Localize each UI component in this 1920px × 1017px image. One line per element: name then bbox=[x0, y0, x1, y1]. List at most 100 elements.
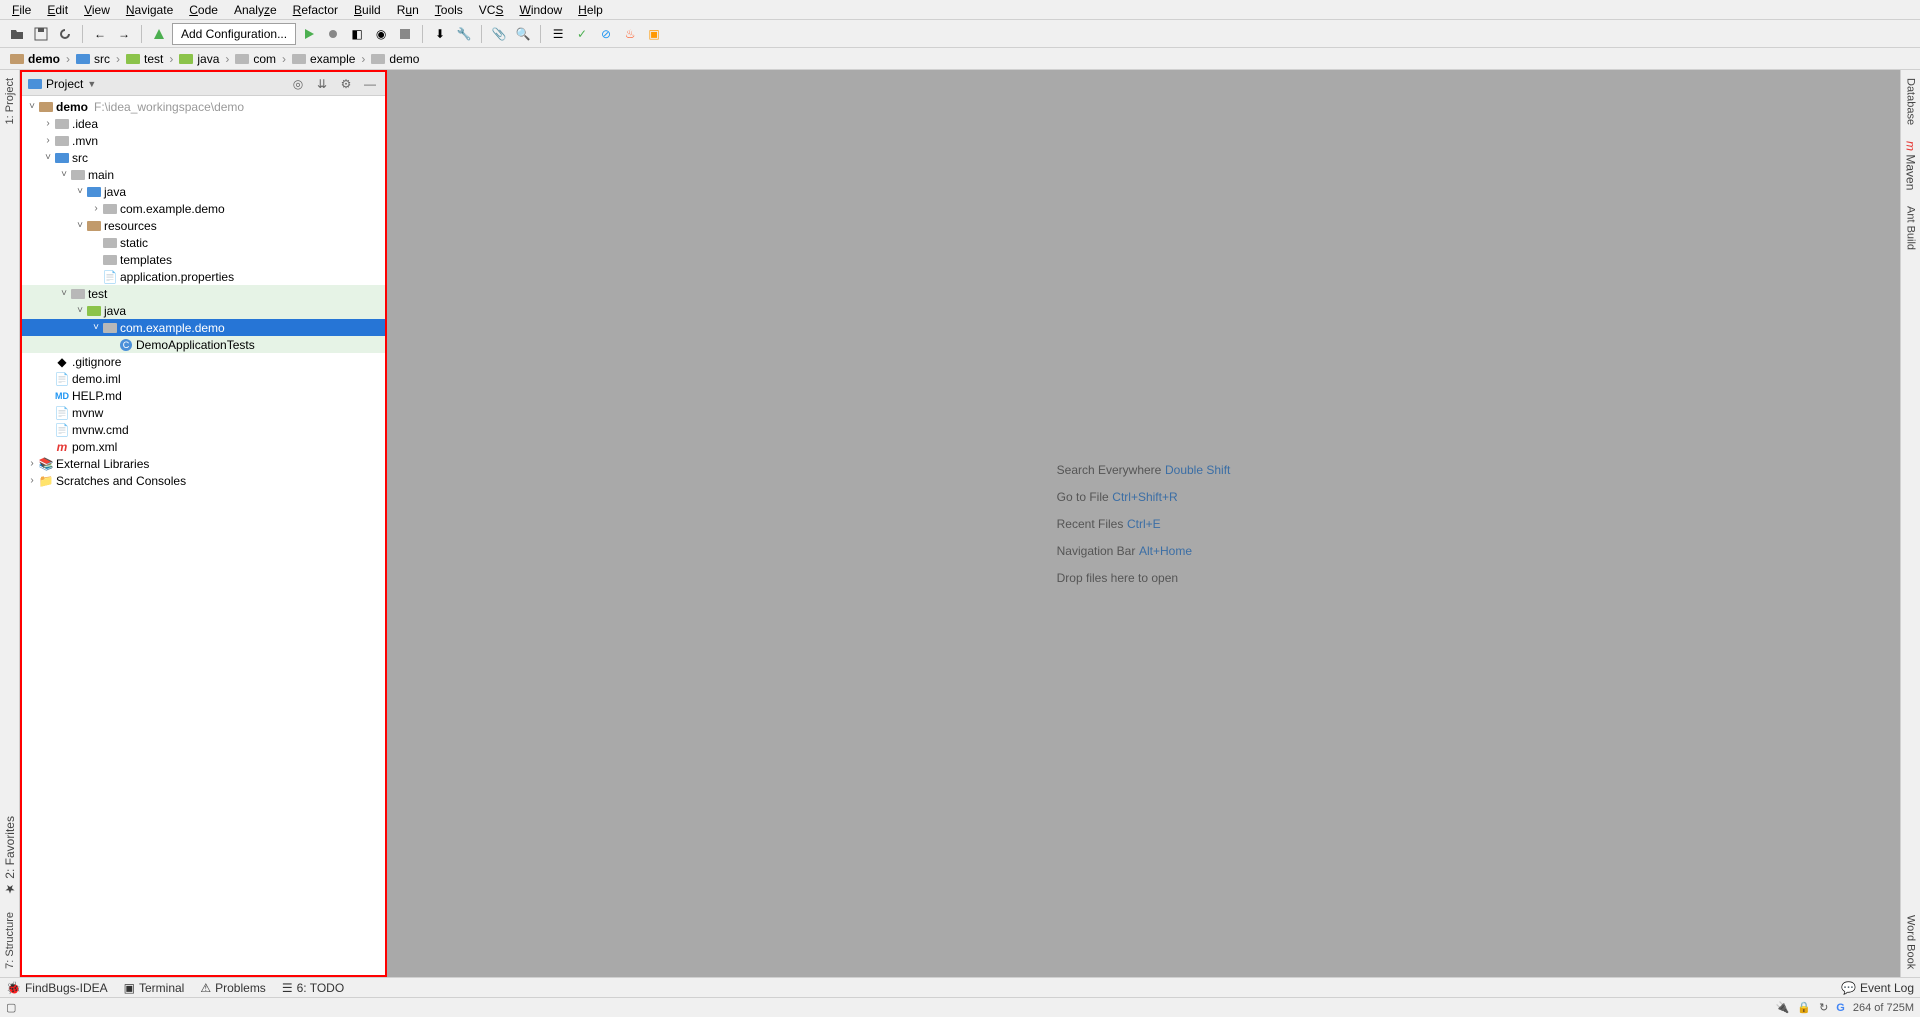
back-icon[interactable]: ← bbox=[89, 23, 111, 45]
project-tree[interactable]: ˅ demo F:\idea_workingspace\demo › .idea… bbox=[22, 96, 385, 975]
tree-test-class[interactable]: C DemoApplicationTests bbox=[22, 336, 385, 353]
tree-mvnw[interactable]: 📄 mvnw bbox=[22, 404, 385, 421]
tab-problems[interactable]: ⚠Problems bbox=[200, 981, 265, 995]
refresh-icon[interactable] bbox=[54, 23, 76, 45]
crumb-java[interactable]: java bbox=[175, 52, 223, 66]
tab-favorites[interactable]: ★ 2: Favorites bbox=[3, 808, 17, 904]
chevron-down-icon[interactable]: ˅ bbox=[90, 322, 102, 333]
tree-root[interactable]: ˅ demo F:\idea_workingspace\demo bbox=[22, 98, 385, 115]
menu-refactor[interactable]: Refactor bbox=[285, 1, 346, 19]
tab-eventlog[interactable]: 💬Event Log bbox=[1841, 981, 1914, 995]
wrench-icon[interactable]: 🔧 bbox=[453, 23, 475, 45]
tab-ant[interactable]: Ant Build bbox=[1905, 198, 1917, 258]
chevron-down-icon[interactable]: ˅ bbox=[74, 220, 86, 231]
crumb-com[interactable]: com bbox=[231, 52, 280, 66]
crumb-demo2[interactable]: demo bbox=[367, 52, 423, 66]
menu-run[interactable]: Run bbox=[389, 1, 427, 19]
save-icon[interactable] bbox=[30, 23, 52, 45]
status-plug-icon[interactable]: 🔌 bbox=[1776, 1001, 1790, 1014]
chevron-right-icon[interactable]: › bbox=[42, 135, 54, 146]
tab-terminal[interactable]: ▣Terminal bbox=[124, 981, 185, 995]
menu-file[interactable]: File bbox=[4, 1, 39, 19]
search-icon[interactable]: 🔍 bbox=[512, 23, 534, 45]
fire-icon[interactable]: ♨ bbox=[619, 23, 641, 45]
crumb-test[interactable]: test bbox=[122, 52, 167, 66]
menu-tools[interactable]: Tools bbox=[427, 1, 471, 19]
menu-analyze[interactable]: Analyze bbox=[226, 1, 285, 19]
forbid-icon[interactable]: ⊘ bbox=[595, 23, 617, 45]
tree-ext-libs[interactable]: › 📚 External Libraries bbox=[22, 455, 385, 472]
tree-iml[interactable]: 📄 demo.iml bbox=[22, 370, 385, 387]
tree-mvnw-cmd[interactable]: 📄 mvnw.cmd bbox=[22, 421, 385, 438]
tree-pom[interactable]: m pom.xml bbox=[22, 438, 385, 455]
crumb-src[interactable]: src bbox=[72, 52, 114, 66]
tree-app-props[interactable]: 📄 application.properties bbox=[22, 268, 385, 285]
chevron-down-icon[interactable]: ˅ bbox=[42, 152, 54, 163]
chevron-right-icon[interactable]: › bbox=[26, 475, 38, 486]
tab-project[interactable]: 1: Project bbox=[4, 70, 16, 132]
tree-main[interactable]: ˅ main bbox=[22, 166, 385, 183]
panel-title[interactable]: Project ▼ bbox=[28, 77, 283, 91]
open-icon[interactable] bbox=[6, 23, 28, 45]
chevron-right-icon[interactable]: › bbox=[42, 118, 54, 129]
stop-icon[interactable] bbox=[394, 23, 416, 45]
tree-src[interactable]: ˅ src bbox=[22, 149, 385, 166]
gear-icon[interactable]: ⚙ bbox=[337, 75, 355, 93]
tab-structure[interactable]: 7: Structure bbox=[4, 904, 16, 977]
forward-icon[interactable]: → bbox=[113, 23, 135, 45]
crumb-example[interactable]: example bbox=[288, 52, 359, 66]
status-windows-icon[interactable]: ▢ bbox=[6, 1001, 16, 1014]
build-icon[interactable] bbox=[148, 23, 170, 45]
tree-scratches[interactable]: › 📁 Scratches and Consoles bbox=[22, 472, 385, 489]
chevron-down-icon[interactable]: ˅ bbox=[58, 288, 70, 299]
tree-templates[interactable]: templates bbox=[22, 251, 385, 268]
check-icon[interactable]: ✓ bbox=[571, 23, 593, 45]
menu-vcs[interactable]: VCS bbox=[471, 1, 512, 19]
menu-window[interactable]: Window bbox=[511, 1, 570, 19]
tab-database[interactable]: Database bbox=[1905, 70, 1917, 133]
chevron-down-icon[interactable]: ˅ bbox=[74, 186, 86, 197]
chevron-down-icon[interactable]: ˅ bbox=[58, 169, 70, 180]
profile-icon[interactable]: ◉ bbox=[370, 23, 392, 45]
menu-code[interactable]: Code bbox=[181, 1, 226, 19]
debug-icon[interactable] bbox=[322, 23, 344, 45]
tree-static[interactable]: static bbox=[22, 234, 385, 251]
status-memory[interactable]: 264 of 725M bbox=[1853, 1002, 1914, 1014]
crumb-demo[interactable]: demo bbox=[6, 52, 64, 66]
tab-findbugs[interactable]: 🐞FindBugs-IDEA bbox=[6, 981, 108, 995]
chevron-right-icon[interactable]: › bbox=[26, 458, 38, 469]
menu-build[interactable]: Build bbox=[346, 1, 389, 19]
menu-navigate[interactable]: Navigate bbox=[118, 1, 181, 19]
tab-maven[interactable]: m Maven bbox=[1904, 133, 1918, 198]
status-lock-icon[interactable]: 🔒 bbox=[1797, 1001, 1811, 1014]
collapse-icon[interactable]: ⇊ bbox=[313, 75, 331, 93]
run-icon[interactable] bbox=[298, 23, 320, 45]
tree-test[interactable]: ˅ test bbox=[22, 285, 385, 302]
menu-help[interactable]: Help bbox=[570, 1, 611, 19]
tree-gitignore[interactable]: ◆ .gitignore bbox=[22, 353, 385, 370]
tree-help[interactable]: MD HELP.md bbox=[22, 387, 385, 404]
minimize-icon[interactable]: — bbox=[361, 75, 379, 93]
tree-test-pkg[interactable]: ˅ com.example.demo bbox=[22, 319, 385, 336]
tree-main-pkg[interactable]: › com.example.demo bbox=[22, 200, 385, 217]
tree-main-java[interactable]: ˅ java bbox=[22, 183, 385, 200]
tab-wordbook[interactable]: Word Book bbox=[1905, 907, 1917, 977]
menu-view[interactable]: View bbox=[76, 1, 118, 19]
run-config-selector[interactable]: Add Configuration... bbox=[172, 23, 296, 45]
tree-resources[interactable]: ˅ resources bbox=[22, 217, 385, 234]
tree-test-java[interactable]: ˅ java bbox=[22, 302, 385, 319]
status-g-icon[interactable]: G bbox=[1836, 1002, 1845, 1014]
menu-edit[interactable]: Edit bbox=[39, 1, 76, 19]
target-icon[interactable]: ◎ bbox=[289, 75, 307, 93]
misc-icon[interactable]: ▣ bbox=[643, 23, 665, 45]
tab-todo[interactable]: ☰6: TODO bbox=[282, 981, 344, 995]
chevron-down-icon[interactable]: ˅ bbox=[26, 101, 38, 112]
status-sync-icon[interactable]: ↻ bbox=[1819, 1001, 1828, 1014]
tree-idea[interactable]: › .idea bbox=[22, 115, 385, 132]
attach-icon[interactable]: 📎 bbox=[488, 23, 510, 45]
coverage-icon[interactable]: ◧ bbox=[346, 23, 368, 45]
vcs-icon[interactable]: ⬇ bbox=[429, 23, 451, 45]
tree-mvn[interactable]: › .mvn bbox=[22, 132, 385, 149]
structure-icon[interactable]: ☰ bbox=[547, 23, 569, 45]
chevron-right-icon[interactable]: › bbox=[90, 203, 102, 214]
